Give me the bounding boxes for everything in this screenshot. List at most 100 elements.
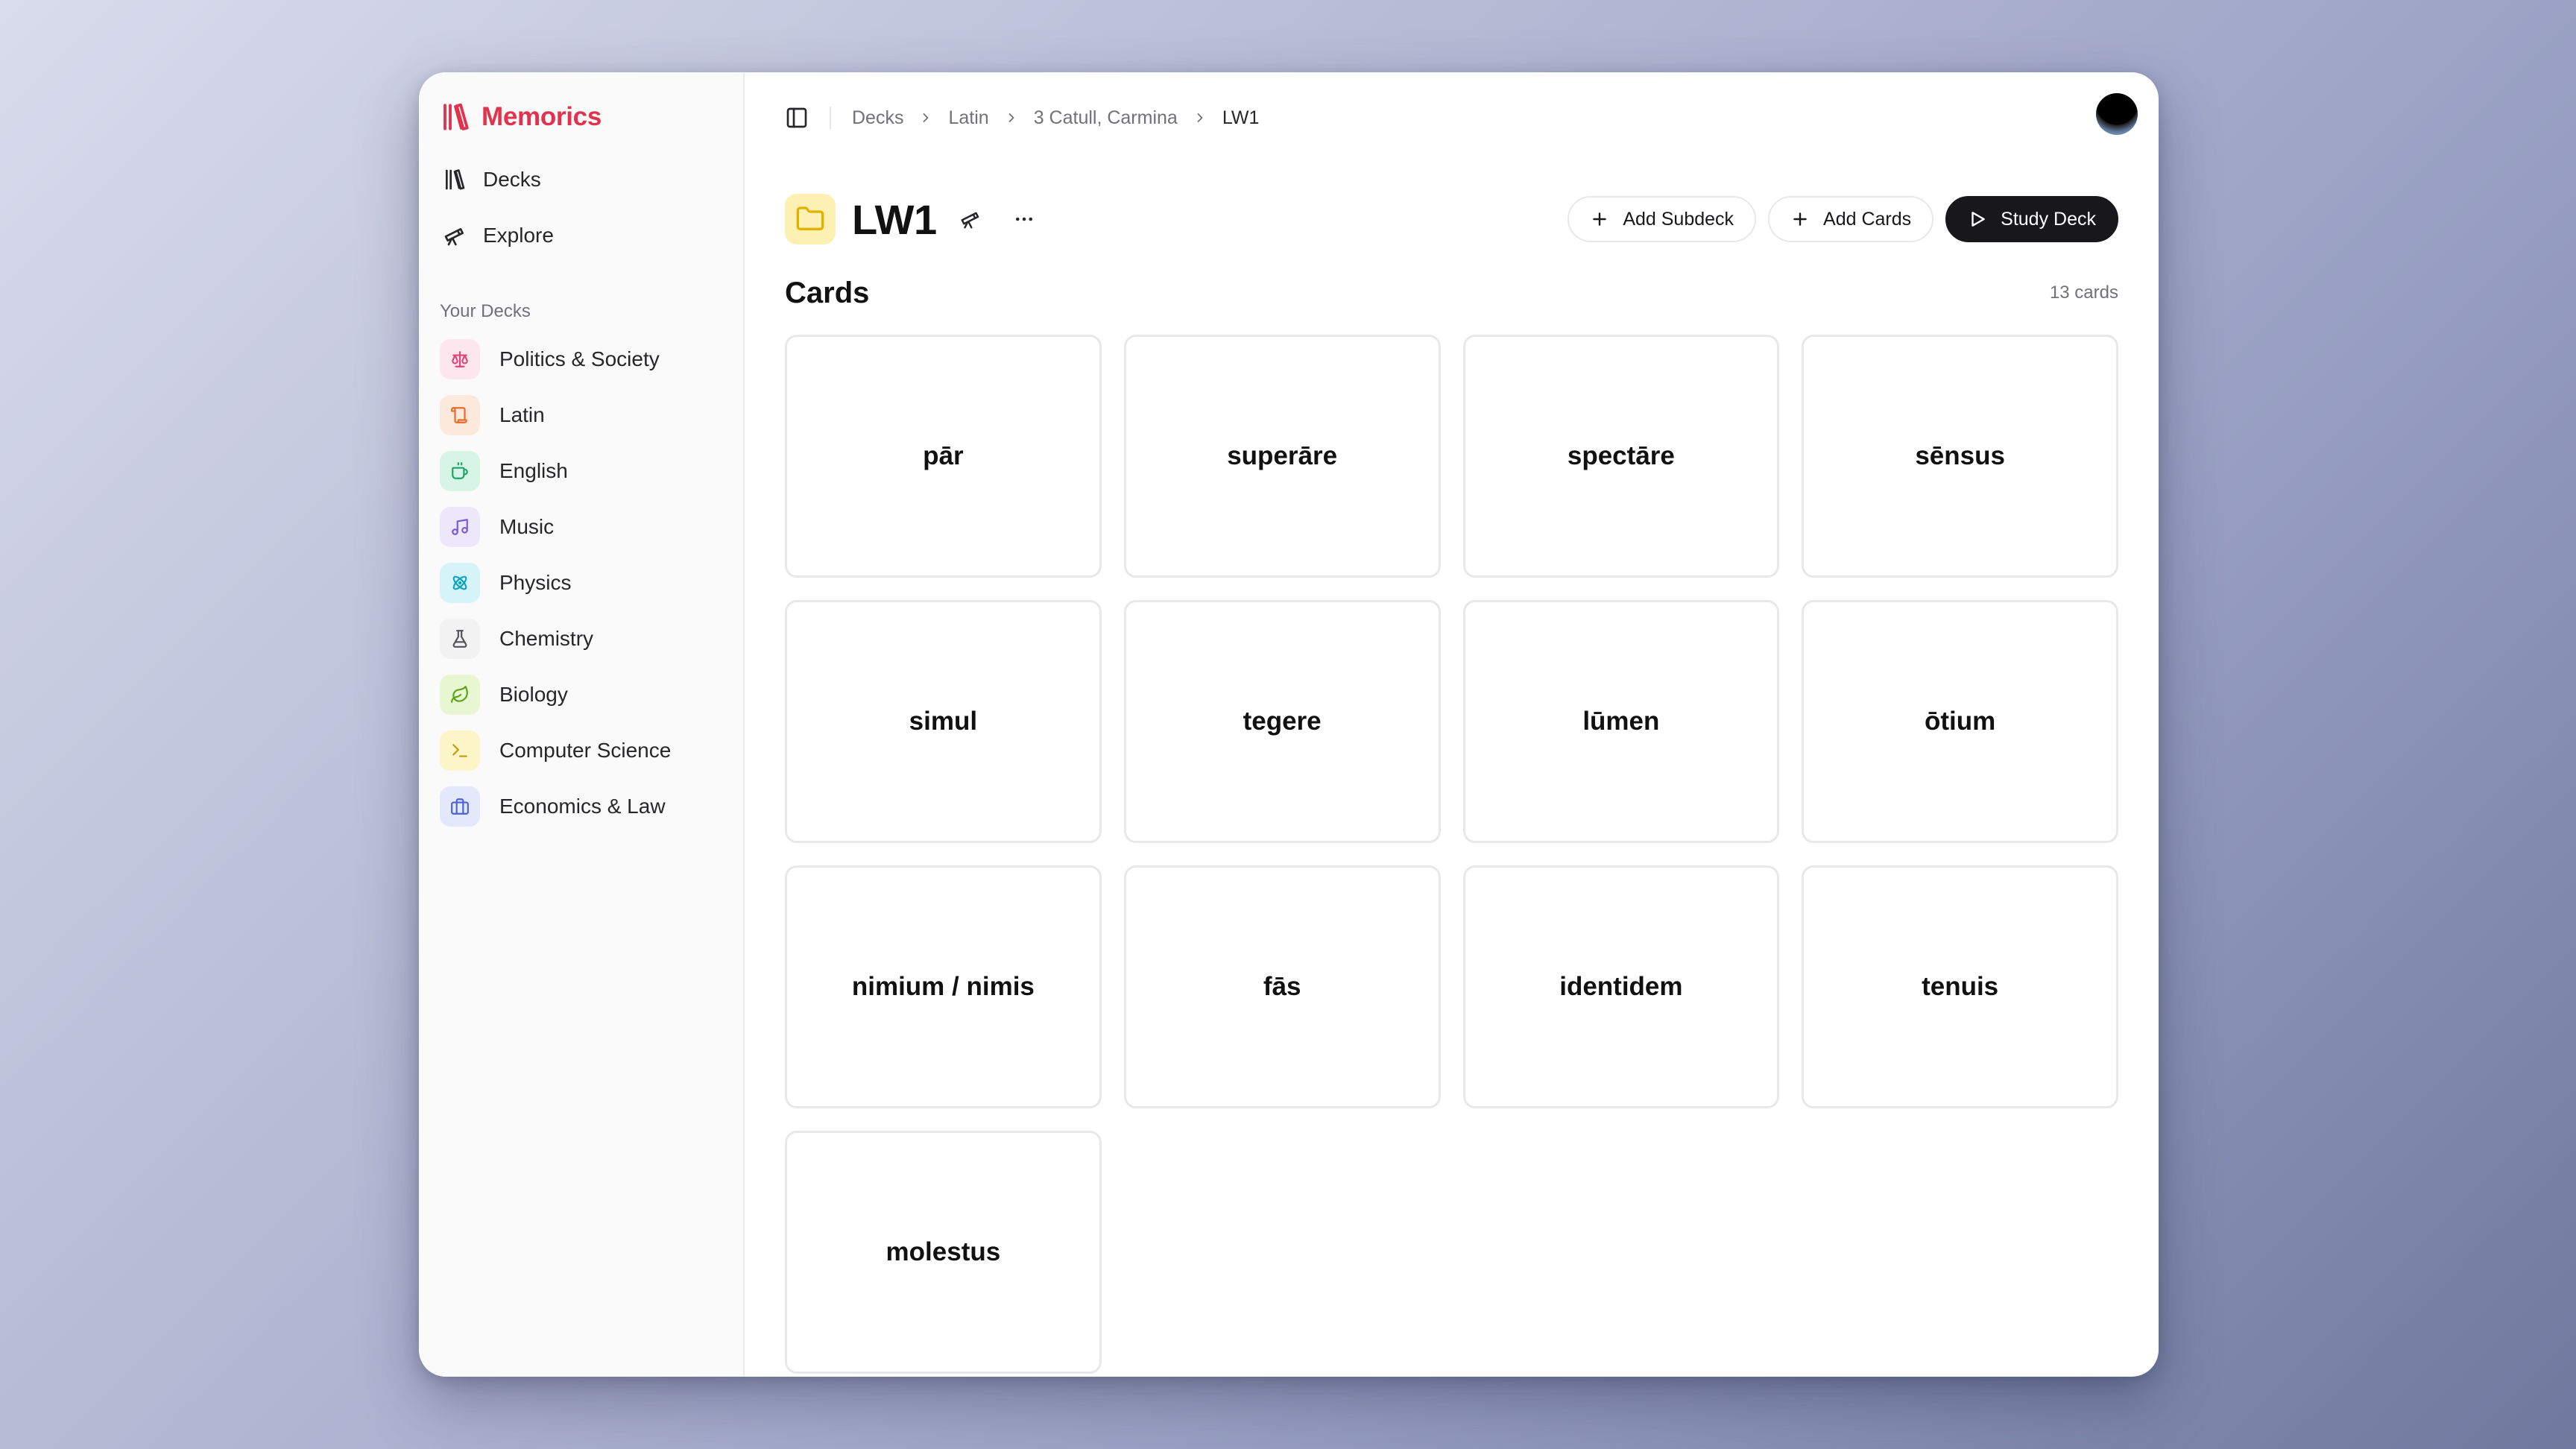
flashcard[interactable]: molestus xyxy=(785,1131,1102,1374)
music-icon xyxy=(452,519,468,535)
flashcard[interactable]: identidem xyxy=(1462,865,1780,1108)
terminal-icon xyxy=(452,744,467,757)
flashcard[interactable]: sēnsus xyxy=(1802,335,2118,578)
flashcard-front: ōtium xyxy=(1924,707,1996,736)
deck-icon-badge xyxy=(440,786,480,827)
breadcrumb: Decks Latin 3 Catull, Carmina LW1 xyxy=(852,107,1259,129)
sidebar-deck-physics[interactable]: Physics xyxy=(440,562,722,604)
brand[interactable]: Memorics xyxy=(440,96,722,138)
folder-badge xyxy=(785,194,836,244)
cards-grid: pār superāre spectāre sēnsus simul teger… xyxy=(785,335,2118,1374)
nav-label: Decks xyxy=(483,168,541,191)
deck-label: Music xyxy=(499,515,555,538)
flashcard[interactable]: superāre xyxy=(1123,335,1441,578)
explore-button[interactable] xyxy=(952,201,989,238)
deck-header: LW1 Add Subdeck Add Cards Study Deck xyxy=(785,186,2118,253)
deck-label: Politics & Society xyxy=(499,347,660,370)
flashcard[interactable]: fās xyxy=(1123,865,1441,1108)
sidebar-deck-politics-society[interactable]: Politics & Society xyxy=(440,338,722,380)
deck-icon-badge xyxy=(440,675,480,715)
sidebar-toggle-icon[interactable] xyxy=(785,106,809,130)
breadcrumb-decks[interactable]: Decks xyxy=(852,107,903,129)
add-subdeck-button[interactable]: Add Subdeck xyxy=(1568,196,1757,242)
library-logo-icon xyxy=(443,103,469,130)
flashcard[interactable]: simul xyxy=(785,600,1102,843)
scale-icon xyxy=(452,351,468,367)
deck-icon-badge xyxy=(440,730,480,771)
more-horizontal-icon xyxy=(1015,217,1032,221)
sidebar-deck-music[interactable]: Music xyxy=(440,506,722,548)
sidebar-deck-economics-law[interactable]: Economics & Law xyxy=(440,786,722,827)
chevron-right-icon xyxy=(1008,113,1014,122)
cards-heading: Cards xyxy=(785,276,870,309)
study-deck-button[interactable]: Study Deck xyxy=(1945,196,2118,242)
nav-item-explore[interactable]: Explore xyxy=(440,215,722,256)
flashcard-front: lūmen xyxy=(1582,707,1660,736)
flashcard-front: identidem xyxy=(1559,972,1683,1001)
more-options-button[interactable] xyxy=(1006,201,1043,238)
chevron-right-icon xyxy=(924,113,929,122)
main-content: Decks Latin 3 Catull, Carmina LW1 LW1 Ad… xyxy=(745,72,2159,1377)
deck-label: Economics & Law xyxy=(499,795,666,818)
flashcard[interactable]: ōtium xyxy=(1802,600,2118,843)
study-deck-label: Study Deck xyxy=(2001,208,2096,230)
breadcrumb-current: LW1 xyxy=(1222,107,1260,128)
cards-count: 13 cards xyxy=(2049,282,2118,303)
cards-section-header: Cards 13 cards xyxy=(785,272,2118,314)
deck-icon-badge xyxy=(440,507,480,547)
coffee-icon xyxy=(452,462,468,479)
flashcard[interactable]: spectāre xyxy=(1462,335,1780,578)
breadcrumb-latin[interactable]: Latin xyxy=(948,107,988,129)
flashcard[interactable]: tenuis xyxy=(1802,865,2118,1108)
atom-icon xyxy=(452,575,467,590)
flashcard[interactable]: tegere xyxy=(1123,600,1441,843)
plus-icon xyxy=(1793,212,1807,226)
flashcard-front: molestus xyxy=(886,1237,1001,1266)
breadcrumb-catull[interactable]: 3 Catull, Carmina xyxy=(1034,107,1178,129)
sidebar-deck-biology[interactable]: Biology xyxy=(440,674,722,716)
deck-label: Physics xyxy=(499,571,572,594)
briefcase-icon xyxy=(451,798,469,815)
flashcard-front: fās xyxy=(1263,972,1301,1001)
topbar: Decks Latin 3 Catull, Carmina LW1 xyxy=(785,72,2118,156)
add-cards-label: Add Cards xyxy=(1823,208,1912,230)
deck-icon-badge xyxy=(440,563,480,603)
flashcard-front: superāre xyxy=(1227,441,1338,470)
sidebar-deck-computer-science[interactable]: Computer Science xyxy=(440,730,722,771)
flashcard-front: simul xyxy=(909,707,978,736)
brand-name: Memorics xyxy=(482,102,602,131)
flashcard-front: tegere xyxy=(1243,707,1322,736)
flashcard[interactable]: lūmen xyxy=(1462,600,1780,843)
page-title: LW1 xyxy=(852,195,937,243)
flashcard-front: spectāre xyxy=(1567,441,1675,470)
flashcard-front: tenuis xyxy=(1922,972,1999,1001)
flashcard[interactable]: nimium / nimis xyxy=(785,865,1102,1108)
sidebar-deck-chemistry[interactable]: Chemistry xyxy=(440,618,722,660)
sidebar-deck-english[interactable]: English xyxy=(440,450,722,492)
deck-label: Biology xyxy=(499,683,568,706)
library-icon xyxy=(446,169,465,190)
flashcard-front: sēnsus xyxy=(1915,441,2005,470)
deck-label: English xyxy=(499,459,568,482)
header-actions: Add Subdeck Add Cards Study Deck xyxy=(1568,196,2118,242)
sidebar-deck-latin[interactable]: Latin xyxy=(440,394,722,436)
folder-icon xyxy=(796,206,824,230)
plus-icon xyxy=(1593,212,1607,226)
sidebar: Memorics Decks Explore Your Decks Politi… xyxy=(419,72,745,1377)
nav-item-decks[interactable]: Decks xyxy=(440,159,722,201)
topbar-divider xyxy=(830,107,831,129)
deck-label: Chemistry xyxy=(499,627,594,650)
deck-icon-badge xyxy=(440,339,480,379)
nav-label: Explore xyxy=(483,224,554,247)
flashcard-front: nimium / nimis xyxy=(851,972,1035,1001)
deck-icon-badge xyxy=(440,451,480,491)
leaf-icon xyxy=(451,686,468,703)
telescope-icon xyxy=(444,228,464,246)
flashcard[interactable]: pār xyxy=(785,335,1102,578)
avatar[interactable] xyxy=(2096,93,2138,135)
your-decks-heading: Your Decks xyxy=(440,301,531,321)
chevron-right-icon xyxy=(1197,113,1203,122)
flashcard-front: pār xyxy=(923,441,964,470)
deck-icon-badge xyxy=(440,619,480,659)
add-cards-button[interactable]: Add Cards xyxy=(1768,196,1934,242)
